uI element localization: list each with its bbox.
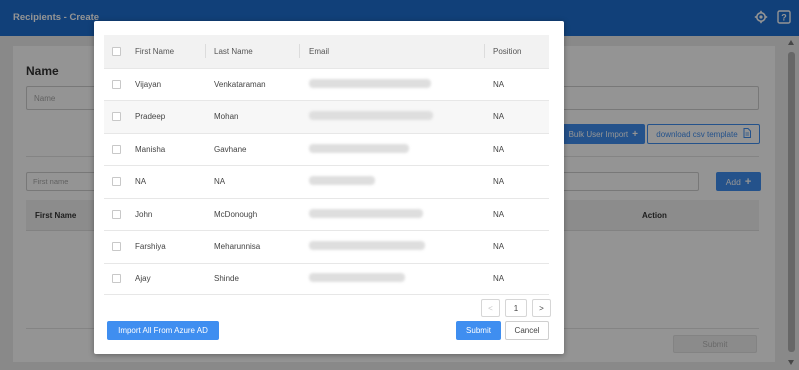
prev-page-button[interactable]: < [481,299,500,317]
email-cell-redacted [309,273,405,284]
row-checkbox[interactable] [112,144,121,154]
page-number-button[interactable]: 1 [505,299,527,317]
last-name-cell: Mohan [214,112,239,122]
last-name-cell: Shinde [214,274,239,284]
modal-submit-button[interactable]: Submit [456,321,501,340]
first-name-cell: NA [135,177,147,187]
row-checkbox[interactable] [112,79,121,89]
first-name-cell: Vijayan [135,79,162,89]
row-checkbox[interactable] [112,177,121,187]
row-checkbox[interactable] [112,209,121,219]
table-row[interactable]: Manisha Gavhane NA [104,132,549,166]
last-name-cell: McDonough [214,209,258,219]
pagination: < 1 > [481,299,551,317]
position-cell: NA [493,79,505,89]
column-separator [205,44,206,58]
modal-cancel-button[interactable]: Cancel [505,321,549,340]
azure-users-modal: First Name Last Name Email Position Vija… [94,21,564,354]
row-checkbox[interactable] [112,274,121,284]
row-checkbox[interactable] [112,242,121,252]
table-row[interactable]: Pradeep Mohan NA [104,100,549,133]
column-position: Position [493,46,522,56]
position-cell: NA [493,112,505,122]
table-row[interactable]: Farshiya Meharunnisa NA [104,230,549,263]
table-row[interactable]: John McDonough NA [104,197,549,231]
column-separator [299,44,300,58]
first-name-cell: John [135,209,153,219]
column-email: Email [309,46,330,56]
table-row[interactable]: NA NA NA [104,165,549,198]
position-cell: NA [493,242,505,252]
position-cell: NA [493,209,505,219]
email-cell-redacted [309,111,433,122]
first-name-cell: Farshiya [135,242,166,252]
first-name-cell: Ajay [135,274,151,284]
last-name-cell: Meharunnisa [214,242,261,252]
email-cell-redacted [309,143,409,155]
table-row[interactable]: Vijayan Venkataraman NA [104,67,549,101]
last-name-cell: Venkataraman [214,79,266,89]
azure-users-table: First Name Last Name Email Position Vija… [104,35,549,295]
first-name-cell: Pradeep [135,112,166,122]
email-cell-redacted [309,176,375,187]
position-cell: NA [493,177,505,187]
email-cell-redacted [309,208,423,220]
table-header-row: First Name Last Name Email Position [104,35,549,68]
position-cell: NA [493,274,505,284]
next-page-button[interactable]: > [532,299,551,317]
last-name-cell: Gavhane [214,144,247,154]
email-cell-redacted [309,241,425,252]
select-all-checkbox[interactable] [112,46,121,56]
last-name-cell: NA [214,177,226,187]
row-checkbox[interactable] [112,112,121,122]
import-all-azure-ad-button[interactable]: Import All From Azure AD [107,321,219,340]
first-name-cell: Manisha [135,144,166,154]
email-cell-redacted [309,78,431,90]
table-row[interactable]: Ajay Shinde NA [104,262,549,295]
column-first-name: First Name [135,46,175,56]
column-last-name: Last Name [214,46,253,56]
column-separator [484,44,485,58]
position-cell: NA [493,144,505,154]
